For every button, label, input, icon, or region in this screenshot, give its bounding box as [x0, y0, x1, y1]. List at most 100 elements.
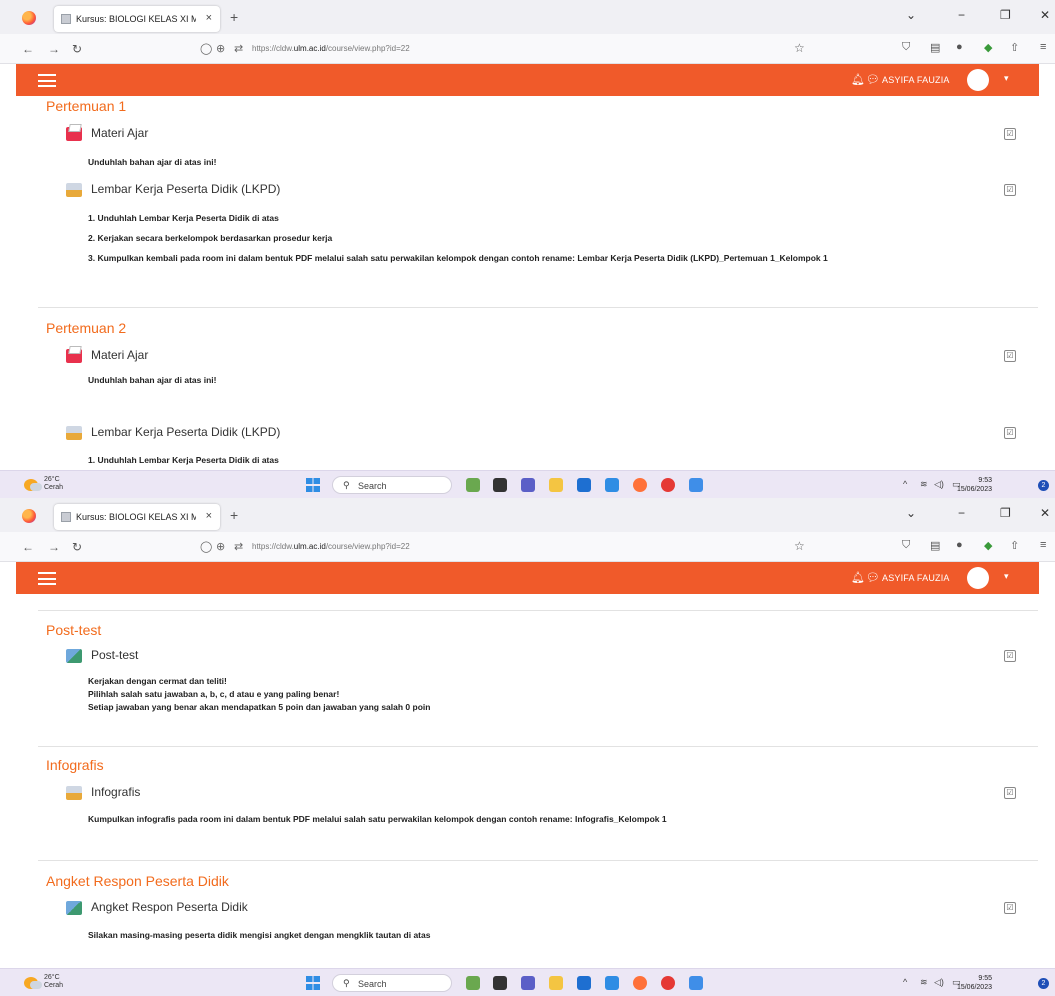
completion-checkbox[interactable]: ☑ — [1004, 427, 1016, 439]
weather-icon[interactable] — [24, 977, 42, 989]
new-tab-button[interactable]: + — [230, 507, 238, 523]
permissions-icon[interactable]: ⇄ — [234, 42, 243, 55]
browser-tab[interactable]: Kursus: BIOLOGI KELAS XI MIPA × — [54, 6, 220, 32]
volume-icon[interactable]: ◁) — [934, 977, 944, 988]
activity-link[interactable]: Infografis — [91, 785, 140, 799]
reader-icon[interactable]: ▤ — [930, 539, 940, 552]
reload-icon[interactable]: ↻ — [72, 540, 82, 554]
reader-icon[interactable]: ▤ — [930, 41, 940, 54]
account-icon[interactable]: ● — [956, 41, 963, 53]
notification-badge[interactable]: 2 — [1038, 480, 1049, 491]
close-window-button[interactable]: ✕ — [1040, 506, 1050, 520]
lock-icon[interactable]: ⊕ — [216, 540, 225, 553]
completion-checkbox[interactable]: ☑ — [1004, 184, 1016, 196]
tab-close-button[interactable]: × — [206, 12, 212, 24]
hamburger-menu-icon[interactable] — [38, 572, 56, 585]
url-bar[interactable]: ◯ ⊕ ⇄ https://cldw.ulm.ac.id/course/view… — [200, 39, 830, 59]
chevron-up-icon[interactable]: ^ — [903, 479, 907, 489]
notification-badge[interactable]: 2 — [1038, 978, 1049, 989]
file-explorer-icon[interactable] — [549, 976, 563, 990]
firefox-menu-icon[interactable] — [22, 509, 36, 523]
start-button[interactable] — [306, 478, 320, 492]
widgets-app-icon[interactable] — [466, 478, 480, 492]
back-icon[interactable]: ← — [22, 540, 34, 554]
weather-widget[interactable]: 26°C Cerah — [44, 974, 63, 990]
user-name[interactable]: ASYIFA FAUZIA — [882, 75, 950, 85]
chevron-up-icon[interactable]: ^ — [903, 977, 907, 987]
store-app-icon[interactable] — [577, 976, 591, 990]
completion-checkbox[interactable]: ☑ — [1004, 650, 1016, 662]
firefox-app-icon[interactable] — [633, 478, 647, 492]
activity-link[interactable]: Materi Ajar — [91, 126, 148, 140]
menu-icon[interactable]: ≡ — [1040, 41, 1046, 53]
bookmark-star-icon[interactable]: ☆ — [794, 539, 805, 553]
clock[interactable]: 9:55 15/06/2023 — [946, 974, 992, 992]
bell-icon[interactable]: 🔔︎ — [851, 571, 865, 584]
avatar[interactable] — [967, 567, 989, 589]
firefox-menu-icon[interactable] — [22, 11, 36, 25]
store-app-icon[interactable] — [577, 478, 591, 492]
browser-tab[interactable]: Kursus: BIOLOGI KELAS XI MIPA × — [54, 504, 220, 530]
url-bar[interactable]: ◯ ⊕ ⇄ https://cldw.ulm.ac.id/course/view… — [200, 537, 830, 557]
url-text[interactable]: https://cldw.ulm.ac.id/course/view.php?i… — [252, 44, 410, 53]
tab-list-icon[interactable]: ⌄ — [906, 8, 916, 22]
pocket-icon[interactable]: ⛉ — [902, 41, 910, 54]
activity-link[interactable]: Post-test — [91, 648, 138, 662]
media-app-icon[interactable] — [661, 478, 675, 492]
activity-link[interactable]: Lembar Kerja Peserta Didik (LKPD) — [91, 425, 280, 439]
chevron-down-icon[interactable]: ▾ — [1004, 571, 1009, 582]
back-icon[interactable]: ← — [22, 42, 34, 56]
chat-icon[interactable]: 💬︎ — [866, 571, 880, 584]
share-icon[interactable]: ⇧ — [1010, 539, 1019, 552]
weather-widget[interactable]: 26°C Cerah — [44, 476, 63, 492]
forward-icon[interactable]: → — [48, 540, 60, 554]
pocket-icon[interactable]: ⛉ — [902, 539, 910, 552]
restore-button[interactable]: ❐ — [1000, 8, 1011, 22]
activity-link[interactable]: Lembar Kerja Peserta Didik (LKPD) — [91, 182, 280, 196]
tab-list-icon[interactable]: ⌄ — [906, 506, 916, 520]
wifi-icon[interactable]: ≋ — [920, 479, 928, 490]
teams-app-icon[interactable] — [521, 478, 535, 492]
avatar[interactable] — [967, 69, 989, 91]
new-tab-button[interactable]: + — [230, 9, 238, 25]
forward-icon[interactable]: → — [48, 42, 60, 56]
completion-checkbox[interactable]: ☑ — [1004, 350, 1016, 362]
url-text[interactable]: https://cldw.ulm.ac.id/course/view.php?i… — [252, 542, 410, 551]
paint-app-icon[interactable] — [689, 976, 703, 990]
bookmark-star-icon[interactable]: ☆ — [794, 41, 805, 55]
volume-icon[interactable]: ◁) — [934, 479, 944, 490]
extension-icon[interactable]: ◆ — [984, 41, 992, 54]
user-name[interactable]: ASYIFA FAUZIA — [882, 573, 950, 583]
lock-icon[interactable]: ⊕ — [216, 42, 225, 55]
bell-icon[interactable]: 🔔︎ — [851, 73, 865, 86]
file-explorer-icon[interactable] — [549, 478, 563, 492]
menu-icon[interactable]: ≡ — [1040, 539, 1046, 551]
media-app-icon[interactable] — [661, 976, 675, 990]
activity-link[interactable]: Materi Ajar — [91, 348, 148, 362]
photos-app-icon[interactable] — [605, 976, 619, 990]
chevron-down-icon[interactable]: ▾ — [1004, 73, 1009, 84]
paint-app-icon[interactable] — [689, 478, 703, 492]
reload-icon[interactable]: ↻ — [72, 42, 82, 56]
tab-close-button[interactable]: × — [206, 510, 212, 522]
firefox-app-icon[interactable] — [633, 976, 647, 990]
shield-icon[interactable]: ◯ — [200, 42, 212, 55]
completion-checkbox[interactable]: ☑ — [1004, 902, 1016, 914]
completion-checkbox[interactable]: ☑ — [1004, 128, 1016, 140]
wifi-icon[interactable]: ≋ — [920, 977, 928, 988]
chat-icon[interactable]: 💬︎ — [866, 73, 880, 86]
taskbar-search[interactable]: ⚲ Search — [332, 974, 452, 992]
shield-icon[interactable]: ◯ — [200, 540, 212, 553]
taskbar-search[interactable]: ⚲ Search — [332, 476, 452, 494]
account-icon[interactable]: ● — [956, 539, 963, 551]
widgets-app-icon[interactable] — [466, 976, 480, 990]
teams-app-icon[interactable] — [521, 976, 535, 990]
close-window-button[interactable]: ✕ — [1040, 8, 1050, 22]
photos-app-icon[interactable] — [605, 478, 619, 492]
start-button[interactable] — [306, 976, 320, 990]
hamburger-menu-icon[interactable] — [38, 74, 56, 87]
extension-icon[interactable]: ◆ — [984, 539, 992, 552]
completion-checkbox[interactable]: ☑ — [1004, 787, 1016, 799]
activity-link[interactable]: Angket Respon Peserta Didik — [91, 900, 248, 914]
minimize-button[interactable]: − — [958, 8, 965, 22]
